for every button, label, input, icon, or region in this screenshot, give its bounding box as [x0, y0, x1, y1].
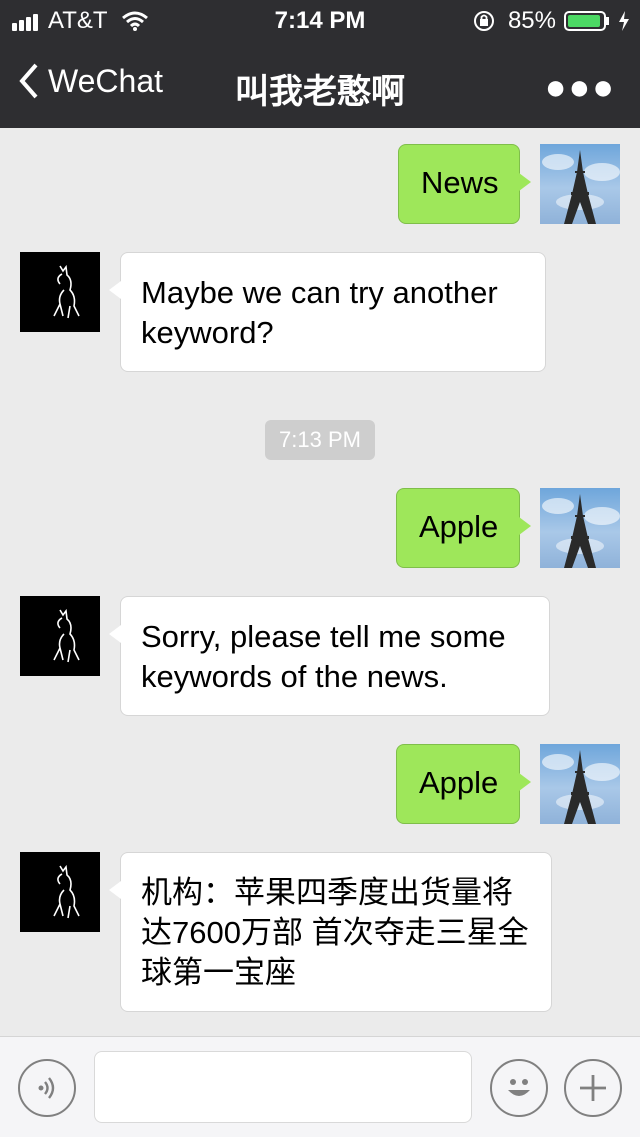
message-bubble-sent[interactable]: News: [398, 144, 531, 224]
contact-avatar[interactable]: [20, 852, 100, 932]
cat-icon: [53, 608, 80, 663]
contact-avatar[interactable]: [20, 596, 100, 676]
message-text: News: [421, 165, 499, 200]
message-text: Sorry, please tell me some keywords of t…: [141, 619, 506, 694]
message-bubble-received[interactable]: Maybe we can try another keyword?: [109, 252, 546, 372]
cat-icon: [53, 264, 80, 319]
cat-icon: [53, 864, 80, 919]
user-avatar[interactable]: [540, 144, 620, 224]
input-bar: [0, 1036, 640, 1137]
status-right: 85%: [472, 7, 630, 35]
more-icon[interactable]: ●●●: [545, 66, 616, 108]
message-text: Maybe we can try another keyword?: [141, 275, 498, 350]
battery-icon: [564, 11, 609, 31]
message-bubble-received[interactable]: 机构：苹果四季度出货量将达7600万部 首次夺走三星全球第一宝座: [109, 852, 552, 1012]
eiffel-tower-icon: [542, 750, 620, 824]
status-bar: AT&T 7:14 PM 85%: [0, 0, 640, 40]
battery-percent: 85%: [507, 7, 556, 34]
plus-icon: [580, 1075, 606, 1101]
eiffel-tower-icon: [542, 494, 620, 568]
eiffel-tower-icon: [542, 150, 620, 224]
nav-bar: WeChat 叫我老憨啊 ●●●: [0, 40, 640, 128]
message-bubble-sent[interactable]: Apple: [396, 488, 531, 568]
chat-area[interactable]: News Maybe we can try another keyword? 7…: [0, 128, 640, 1036]
emoji-icon: [508, 1079, 530, 1096]
voice-icon: [38, 1077, 55, 1099]
timestamp: 7:13 PM: [265, 420, 375, 460]
contact-avatar[interactable]: [20, 252, 100, 332]
message-input[interactable]: [94, 1051, 472, 1123]
user-avatar[interactable]: [540, 488, 620, 568]
add-button[interactable]: [564, 1059, 622, 1117]
orientation-lock-icon: [473, 11, 494, 31]
message-text: Apple: [419, 765, 499, 800]
charging-icon: [619, 11, 629, 31]
user-avatar[interactable]: [540, 744, 620, 824]
message-bubble-received[interactable]: Sorry, please tell me some keywords of t…: [109, 596, 550, 716]
header: AT&T 7:14 PM 85% WeChat 叫我老憨啊 ●●●: [0, 0, 640, 128]
message-bubble-sent[interactable]: Apple: [396, 744, 531, 824]
voice-button[interactable]: [18, 1059, 76, 1117]
emoji-button[interactable]: [490, 1059, 548, 1117]
message-text: Apple: [419, 509, 499, 544]
message-text: 机构：苹果四季度出货量将达7600万部 首次夺走三星全球第一宝座: [141, 875, 529, 990]
